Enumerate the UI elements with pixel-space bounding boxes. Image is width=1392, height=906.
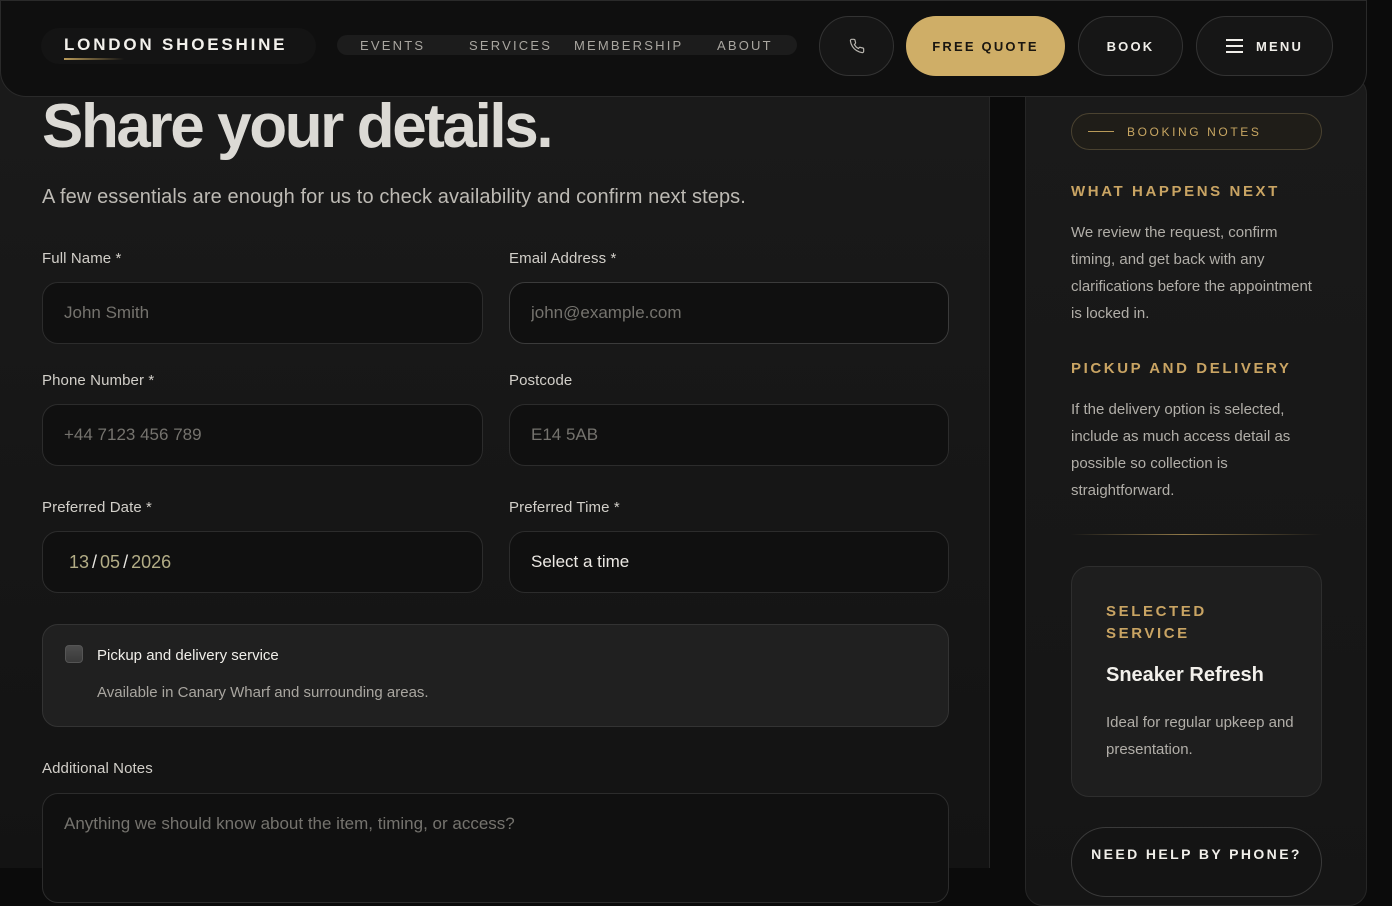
booking-notes-badge: BOOKING NOTES xyxy=(1071,113,1322,150)
phone-help-button[interactable]: NEED HELP BY PHONE? xyxy=(1071,827,1322,897)
phone-icon xyxy=(849,38,864,54)
selected-service-kicker: SELECTED SERVICE xyxy=(1106,603,1207,642)
book-button[interactable]: BOOK xyxy=(1078,16,1183,76)
phone-button[interactable] xyxy=(819,16,894,76)
delivery-option-description: Available in Canary Wharf and surroundin… xyxy=(97,684,429,701)
time-select-value: Select a time xyxy=(531,552,630,571)
date-separator: / xyxy=(92,551,98,572)
free-quote-button[interactable]: FREE QUOTE xyxy=(906,16,1065,76)
full-name-field[interactable] xyxy=(42,282,483,344)
selected-service-name: Sneaker Refresh xyxy=(1106,664,1264,686)
booking-notes-badge-label: BOOKING NOTES xyxy=(1127,124,1262,139)
nav-link-membership[interactable]: MEMBERSHIP xyxy=(574,38,683,53)
notes-label: Additional Notes xyxy=(42,760,153,777)
brand-underline xyxy=(64,58,124,60)
date-month[interactable]: 05 xyxy=(100,552,120,573)
date-label: Preferred Date * xyxy=(42,499,152,516)
full-name-label: Full Name * xyxy=(42,250,122,267)
selected-service-card: SELECTED SERVICE Sneaker Refresh Ideal f… xyxy=(1071,566,1322,797)
phone-input[interactable] xyxy=(64,405,482,465)
page-title: Share your details. xyxy=(42,92,554,161)
delivery-checkbox[interactable] xyxy=(65,645,83,663)
time-select[interactable]: Select a time xyxy=(509,531,949,593)
delivery-option[interactable]: Pickup and delivery service Available in… xyxy=(42,624,949,727)
email-input[interactable] xyxy=(531,283,948,343)
time-label: Preferred Time * xyxy=(509,499,620,516)
selected-service-description: Ideal for regular upkeep and presentatio… xyxy=(1106,714,1294,758)
date-separator: / xyxy=(123,551,129,572)
postcode-field[interactable] xyxy=(509,404,949,466)
brand-logo[interactable]: LONDON SHOESHINE xyxy=(41,28,316,64)
menu-label: MENU xyxy=(1255,38,1304,54)
delivery-option-title: Pickup and delivery service xyxy=(97,647,279,664)
email-label: Email Address * xyxy=(509,250,617,267)
nav-link-about[interactable]: ABOUT xyxy=(717,38,773,53)
menu-button[interactable]: MENU xyxy=(1196,16,1333,76)
brand-name[interactable]: LONDON SHOESHINE xyxy=(64,35,287,55)
hamburger-icon xyxy=(1225,39,1243,53)
nav-link-services[interactable]: SERVICES xyxy=(469,38,552,53)
page-subtitle: A few essentials are enough for us to ch… xyxy=(42,186,746,208)
phone-label: Phone Number * xyxy=(42,372,155,389)
notes-textarea[interactable]: Anything we should know about the item, … xyxy=(42,793,949,903)
top-navigation: LONDON SHOESHINE EVENTS SERVICES MEMBERS… xyxy=(0,0,1367,97)
what-happens-next-heading: WHAT HAPPENS NEXT xyxy=(1071,183,1280,200)
what-happens-next-text: We review the request, confirm timing, a… xyxy=(1071,224,1312,322)
email-field[interactable] xyxy=(509,282,949,344)
date-input[interactable]: 13 / 05 / 2026 xyxy=(42,531,483,593)
postcode-label: Postcode xyxy=(509,372,573,389)
date-year[interactable]: 2026 xyxy=(131,552,171,573)
phone-field[interactable] xyxy=(42,404,483,466)
date-day[interactable]: 13 xyxy=(69,552,89,573)
booking-form-panel: Share your details. A few essentials are… xyxy=(0,0,990,903)
pickup-delivery-text: If the delivery option is selected, incl… xyxy=(1071,401,1291,499)
booking-notes-sidebar: BOOKING NOTES WHAT HAPPENS NEXT We revie… xyxy=(1025,76,1367,906)
decorative-line xyxy=(1088,131,1114,132)
nav-link-events[interactable]: EVENTS xyxy=(360,38,425,53)
pickup-delivery-heading: PICKUP AND DELIVERY xyxy=(1071,360,1292,377)
postcode-input[interactable] xyxy=(531,405,948,465)
divider xyxy=(1071,534,1322,535)
full-name-input[interactable] xyxy=(64,283,482,343)
